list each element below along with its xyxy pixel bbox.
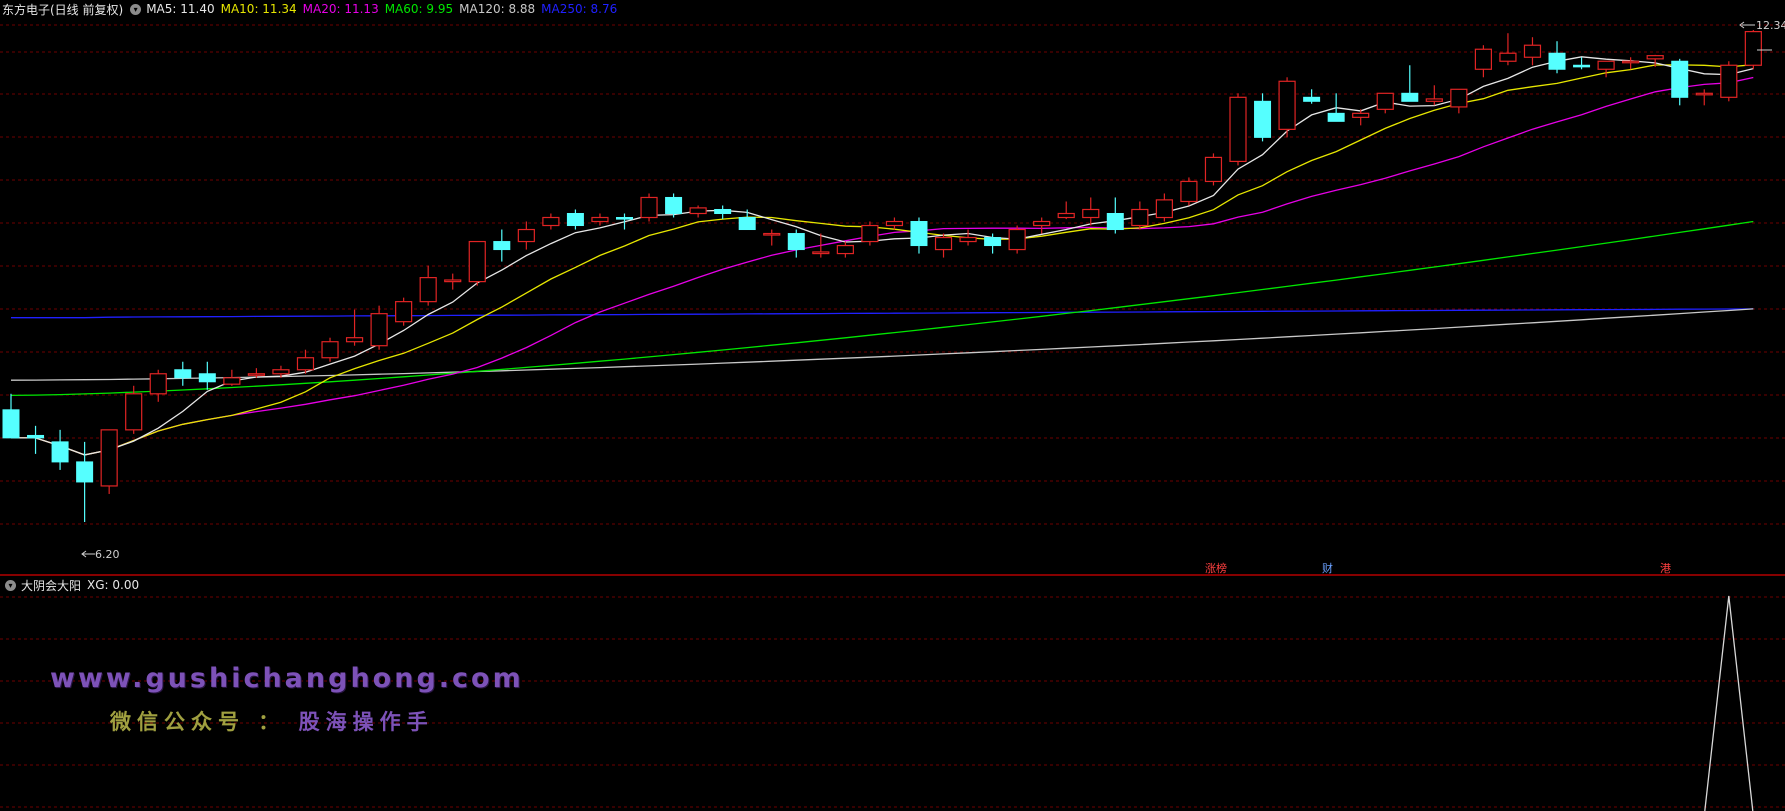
high-price-label: 12.34 bbox=[1756, 19, 1785, 32]
candle[interactable] bbox=[910, 217, 928, 254]
candle[interactable] bbox=[1180, 177, 1198, 206]
candle[interactable] bbox=[1425, 85, 1443, 106]
candle[interactable] bbox=[1327, 93, 1345, 122]
candlesticks bbox=[2, 30, 1762, 522]
candle[interactable] bbox=[1229, 93, 1247, 166]
ma250-line bbox=[11, 308, 1754, 319]
marker-gang: 港 bbox=[1660, 562, 1671, 575]
candle[interactable] bbox=[1352, 109, 1370, 126]
candle[interactable] bbox=[640, 193, 658, 222]
candle[interactable] bbox=[763, 229, 781, 246]
candle[interactable] bbox=[296, 349, 315, 374]
candle[interactable] bbox=[1155, 193, 1173, 222]
candle[interactable] bbox=[1474, 45, 1493, 78]
candle[interactable] bbox=[1082, 197, 1100, 226]
candle[interactable] bbox=[836, 241, 854, 258]
sub-indicator-title[interactable]: 大阴会大阳 bbox=[21, 577, 81, 594]
candle[interactable] bbox=[1376, 92, 1394, 114]
marker-zhangbang: 涨榜 bbox=[1205, 561, 1227, 575]
candle[interactable] bbox=[1573, 57, 1591, 70]
candle[interactable] bbox=[1008, 225, 1026, 254]
main-chart-legend: 东方电子(日线 前复权) ▾ MA5: 11.40 MA10: 11.34 MA… bbox=[2, 1, 623, 17]
candle[interactable] bbox=[444, 273, 462, 290]
candle[interactable] bbox=[345, 309, 364, 346]
candle[interactable] bbox=[223, 369, 241, 386]
ma10-label[interactable]: MA10: 11.34 bbox=[221, 2, 297, 16]
candle[interactable] bbox=[1622, 57, 1640, 70]
candle[interactable] bbox=[1057, 201, 1075, 220]
candle[interactable] bbox=[714, 205, 732, 220]
candle[interactable] bbox=[1278, 77, 1296, 138]
candle[interactable] bbox=[1033, 217, 1051, 234]
candle[interactable] bbox=[934, 233, 953, 258]
watermark-cn-sep: ： bbox=[245, 710, 299, 734]
candle[interactable] bbox=[125, 385, 143, 434]
candle[interactable] bbox=[665, 193, 683, 218]
candle[interactable] bbox=[517, 221, 535, 250]
low-price-label: 6.20 bbox=[95, 548, 120, 561]
candle[interactable] bbox=[1720, 61, 1738, 102]
low-price-marker: 6.20 bbox=[81, 548, 120, 561]
xg-spike bbox=[1704, 595, 1754, 811]
ma120-label[interactable]: MA120: 8.88 bbox=[459, 2, 535, 16]
candle[interactable] bbox=[1401, 65, 1419, 102]
watermark-cn-part1: 微信公众号 bbox=[110, 710, 245, 734]
candle[interactable] bbox=[419, 265, 437, 306]
stock-title[interactable]: 东方电子(日线 前复权) bbox=[2, 1, 123, 18]
marker-cai: 财 bbox=[1322, 561, 1333, 575]
candle[interactable] bbox=[542, 213, 560, 230]
watermark-cn: 微信公众号 ： 股海操作手 bbox=[110, 706, 434, 736]
grid-lines bbox=[0, 24, 1785, 525]
candle[interactable] bbox=[1303, 89, 1321, 104]
candle[interactable] bbox=[1695, 89, 1713, 106]
candle[interactable] bbox=[149, 369, 167, 402]
candle[interactable] bbox=[395, 297, 413, 326]
candle[interactable] bbox=[1131, 201, 1149, 230]
candle[interactable] bbox=[174, 361, 192, 386]
ma20-label[interactable]: MA20: 11.13 bbox=[303, 2, 379, 16]
candle[interactable] bbox=[1597, 60, 1615, 78]
candle[interactable] bbox=[566, 209, 584, 230]
candle[interactable] bbox=[959, 229, 977, 246]
watermark-url: www.gushichanghong.com bbox=[50, 663, 524, 694]
ma5-label[interactable]: MA5: 11.40 bbox=[146, 2, 214, 16]
candle[interactable] bbox=[1499, 33, 1517, 66]
xg-value: XG: 0.00 bbox=[87, 578, 140, 592]
stock-chart-window: 东方电子(日线 前复权) ▾ MA5: 11.40 MA10: 11.34 MA… bbox=[0, 0, 1785, 811]
candle[interactable] bbox=[1523, 37, 1542, 66]
ma60-label[interactable]: MA60: 9.95 bbox=[385, 2, 453, 16]
candle[interactable] bbox=[51, 429, 69, 470]
candle[interactable] bbox=[198, 361, 216, 390]
sub-indicator-settings-icon[interactable]: ▾ bbox=[5, 579, 16, 591]
candle[interactable] bbox=[321, 337, 339, 362]
candle[interactable] bbox=[493, 229, 511, 262]
candle[interactable] bbox=[616, 213, 633, 230]
candle[interactable] bbox=[1671, 58, 1689, 106]
candle[interactable] bbox=[100, 429, 118, 494]
candle[interactable] bbox=[689, 205, 707, 218]
candle[interactable] bbox=[468, 240, 486, 286]
candle[interactable] bbox=[1204, 153, 1223, 186]
ma10-line bbox=[11, 64, 1754, 456]
candle[interactable] bbox=[787, 229, 805, 258]
sub-grid-lines bbox=[0, 596, 1785, 808]
indicator-settings-icon[interactable]: ▾ bbox=[130, 3, 142, 15]
high-price-marker: 12.34 bbox=[1739, 19, 1785, 32]
sub-chart-legend: ▾ 大阴会大阳 XG: 0.00 bbox=[2, 577, 139, 593]
candle[interactable] bbox=[370, 305, 388, 350]
candle[interactable] bbox=[861, 221, 879, 246]
ma250-label[interactable]: MA250: 8.76 bbox=[541, 2, 617, 16]
xg-signal bbox=[1704, 595, 1754, 811]
candle[interactable] bbox=[2, 393, 20, 439]
candle[interactable] bbox=[885, 217, 904, 230]
candle[interactable] bbox=[1548, 41, 1566, 74]
candle[interactable] bbox=[1106, 197, 1124, 234]
watermark-cn-part2: 股海操作手 bbox=[298, 710, 434, 734]
candle[interactable] bbox=[1254, 93, 1272, 142]
candle[interactable] bbox=[1450, 88, 1468, 114]
candle[interactable] bbox=[591, 213, 609, 226]
